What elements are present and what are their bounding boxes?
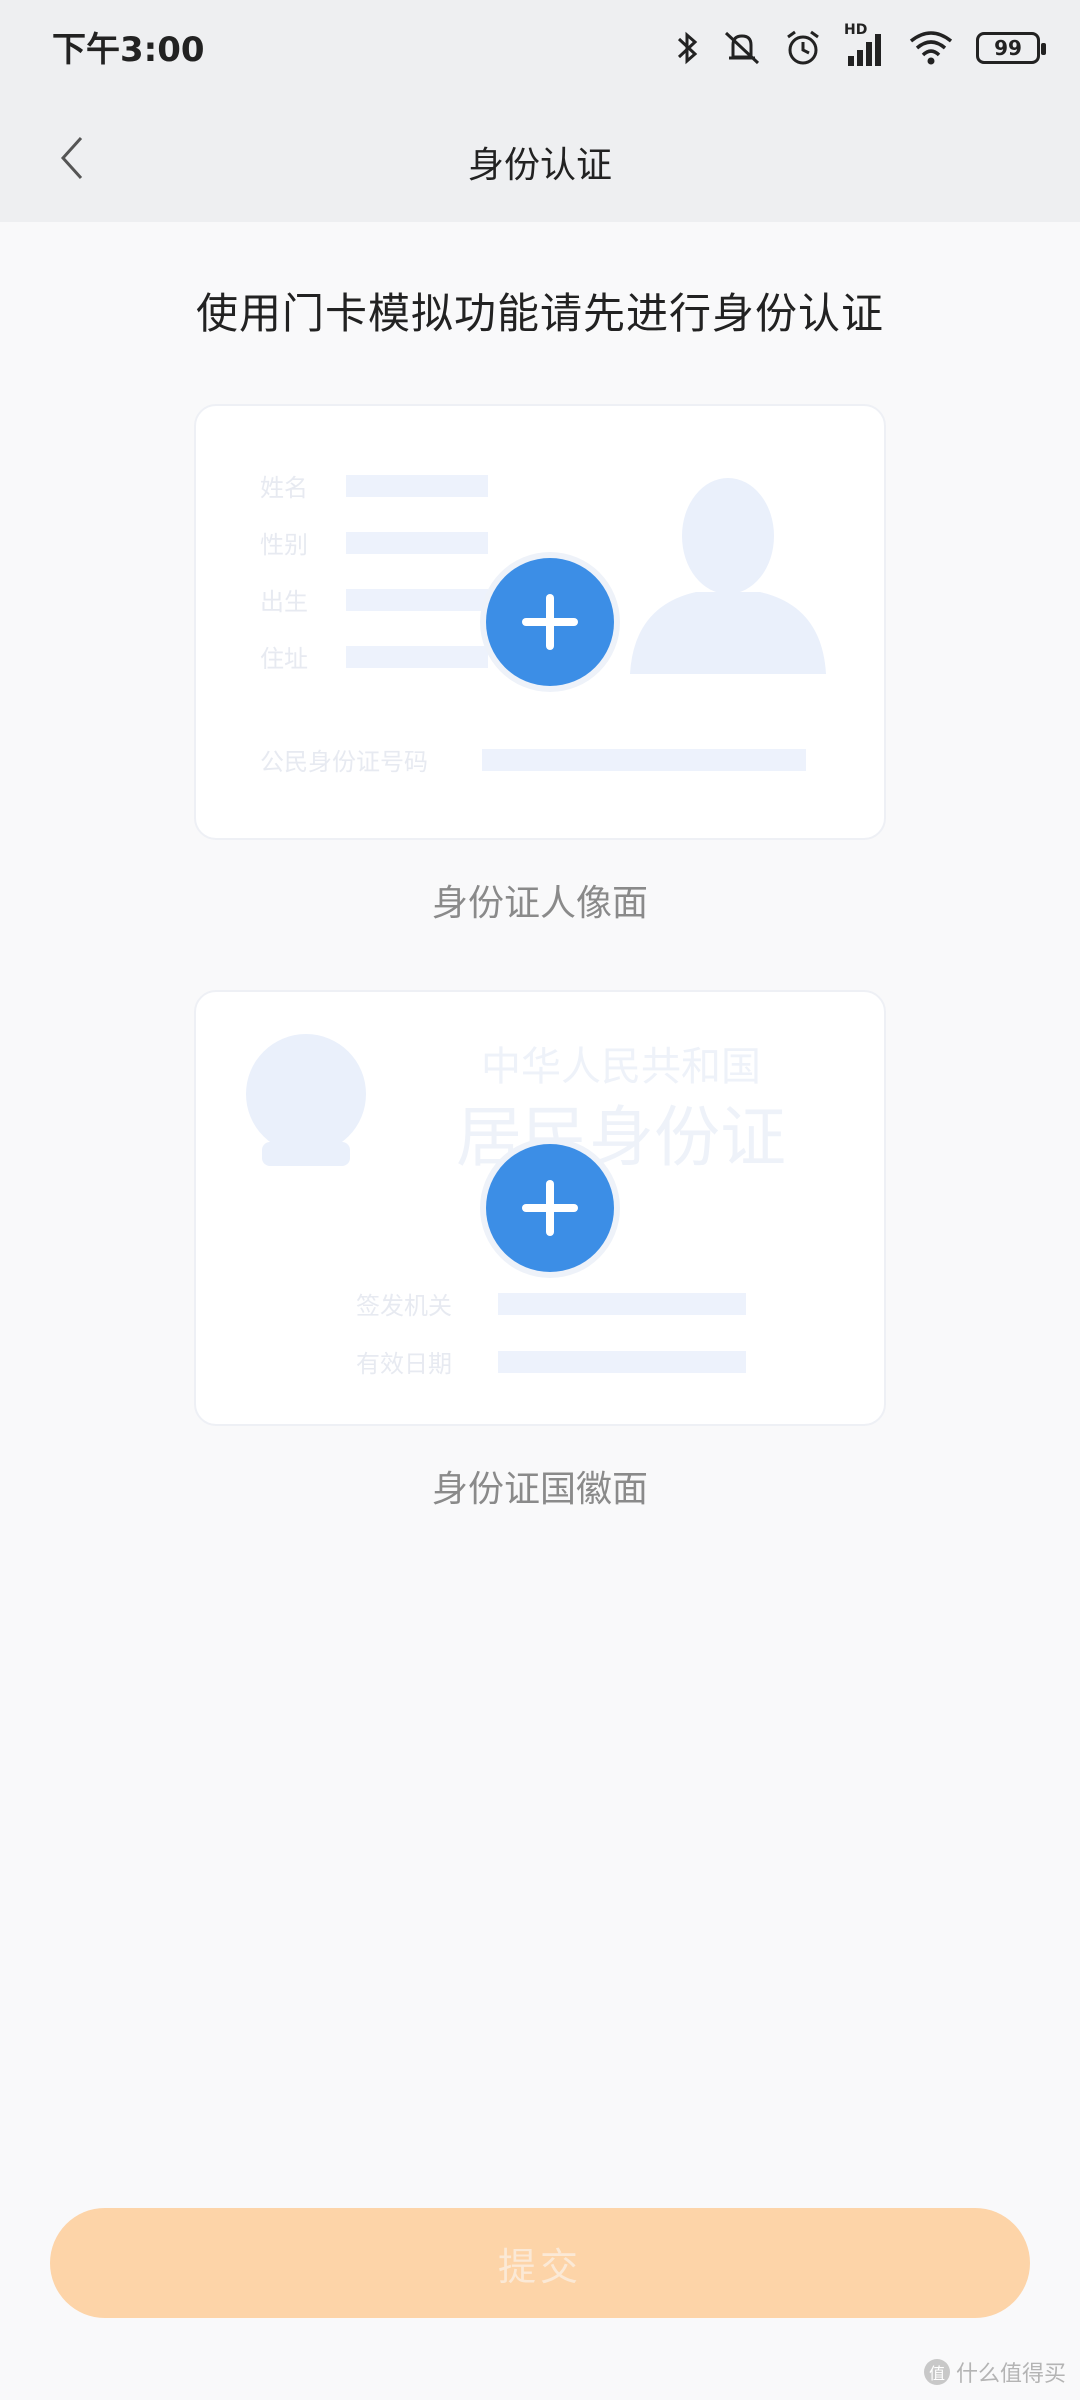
watermark-logo-icon: 值 <box>923 2359 950 2385</box>
watermark-text: 什么值得买 <box>955 2362 1066 2387</box>
field-validity-label: 有效日期 <box>356 1350 452 1378</box>
field-birth-label: 出生 <box>260 588 308 616</box>
field-name-label: 姓名 <box>260 474 308 502</box>
add-front-photo-button[interactable] <box>480 552 620 692</box>
portrait-silhouette <box>630 478 826 674</box>
status-icons: HD 99 <box>676 22 1046 72</box>
submit-button[interactable]: 提交 <box>50 2208 1030 2318</box>
signal-icon: HD <box>844 22 886 68</box>
alarm-icon <box>787 30 819 65</box>
field-address-label: 住址 <box>260 645 308 673</box>
status-time: 下午3:00 <box>52 30 205 70</box>
bluetooth-icon <box>677 31 698 65</box>
add-back-photo-button[interactable] <box>480 1138 620 1278</box>
page-title: 身份认证 <box>467 145 612 186</box>
field-issuer-label: 签发机关 <box>356 1292 452 1320</box>
watermark: 值 什么值得买 <box>923 2356 1066 2388</box>
status-bar: 下午3:00 HD 99 <box>0 0 1080 96</box>
emblem-icon <box>246 1034 366 1166</box>
field-id-number-label: 公民身份证号码 <box>260 748 428 776</box>
plus-icon <box>522 594 578 650</box>
mute-icon <box>724 31 760 65</box>
id-card-front-upload[interactable]: 姓名 性别 出生 住址 公民身份证号码 <box>194 404 886 840</box>
field-gender-label: 性别 <box>260 531 308 559</box>
id-card-front-label: 身份证人像面 <box>431 883 648 924</box>
intro-text: 使用门卡模拟功能请先进行身份认证 <box>195 289 884 338</box>
wifi-icon <box>909 31 953 65</box>
nav-bar: 身份认证 <box>0 96 1080 222</box>
content: 使用门卡模拟功能请先进行身份认证 姓名 性别 出生 住址 公民身份证号码 身份证… <box>0 222 1080 2400</box>
plus-icon <box>522 1180 578 1236</box>
battery-level: 99 <box>994 36 1022 60</box>
id-card-back-label: 身份证国徽面 <box>431 1469 648 1510</box>
battery-icon: 99 <box>976 32 1046 64</box>
id-card-back-upload[interactable]: 中华人民共和国 居民身份证 签发机关 有效日期 <box>194 990 886 1426</box>
country-name: 中华人民共和国 <box>481 1044 761 1090</box>
